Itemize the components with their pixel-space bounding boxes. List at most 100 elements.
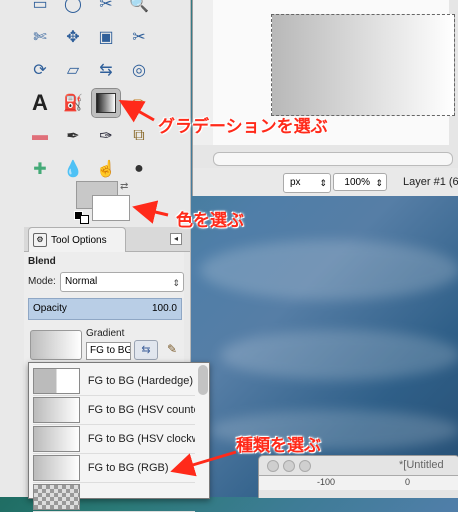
- ink-tool[interactable]: ✑: [92, 122, 120, 150]
- tool-name: Blend: [28, 256, 56, 267]
- rotate-tool[interactable]: ⟳: [26, 56, 54, 84]
- gradient-thumbnail: [33, 426, 80, 452]
- scissors-select-tool[interactable]: ✄: [26, 23, 54, 51]
- zoom-window-icon[interactable]: [299, 460, 311, 472]
- gradient-preview-button[interactable]: [30, 330, 82, 360]
- gradient-list-label: FG to BG (RGB): [87, 462, 169, 474]
- free-select-icon: ✂: [99, 0, 113, 13]
- image-window: px ⇕ 100% ⇕ Layer #1 (6: [192, 0, 458, 196]
- heal-tool[interactable]: ✚: [26, 155, 54, 183]
- ruler-mark: -100: [317, 477, 336, 487]
- cage-tool[interactable]: ◎: [125, 56, 153, 84]
- edit-gradient-icon[interactable]: ✎: [164, 340, 180, 358]
- opacity-label: Opacity: [33, 303, 67, 314]
- window-title: *[Untitled: [399, 459, 444, 471]
- free-select-tool[interactable]: ✂: [92, 0, 120, 18]
- mode-value: Normal: [65, 276, 98, 287]
- updown-arrow-icon: ⇕: [172, 278, 180, 288]
- tab-label: Tool Options: [51, 234, 107, 246]
- scissors-select-icon: ✄: [33, 29, 47, 46]
- crop-tool[interactable]: ✂: [125, 23, 153, 51]
- fg-bg-color-widget[interactable]: ⇄: [74, 181, 130, 224]
- flip-icon: ⇆: [99, 62, 113, 79]
- gradient-list-item[interactable]: FG to BG (HSV clockwise hue): [33, 425, 195, 454]
- unit-value: px: [290, 177, 301, 188]
- align-icon: ▣: [98, 29, 114, 46]
- zoom-value: 100%: [344, 177, 370, 188]
- wallpaper-wave: [220, 330, 458, 380]
- gradient-list-item[interactable]: FG to BG (RGB): [33, 454, 195, 483]
- clone-tool[interactable]: ⧉: [125, 122, 153, 150]
- smudge-icon: ☝: [96, 161, 116, 178]
- swap-colors-icon[interactable]: ⇄: [120, 181, 128, 192]
- gradient-thumbnail: [33, 455, 80, 481]
- gradient-thumbnail: [33, 484, 80, 510]
- gradient-label: Gradient: [86, 328, 125, 339]
- rect-select-icon: ▭: [32, 0, 48, 13]
- text-icon: A: [32, 90, 48, 115]
- text-tool[interactable]: A: [26, 89, 54, 117]
- pencil-tool[interactable]: ✏: [125, 89, 153, 117]
- rect-select-tool[interactable]: ▭: [26, 0, 54, 18]
- perspective-tool[interactable]: ▱: [59, 56, 87, 84]
- default-colors-icon: [80, 215, 89, 224]
- tool-options-icon: ⚙: [33, 233, 47, 247]
- annotation-type: 種類を選ぶ: [236, 436, 321, 455]
- scrollbar-thumb[interactable]: [198, 365, 208, 395]
- clone-icon: ⧉: [133, 127, 145, 144]
- unit-select[interactable]: px ⇕: [283, 173, 331, 193]
- eraser-tool[interactable]: ▬: [26, 122, 54, 150]
- gradient-thumbnail: [33, 368, 80, 394]
- ink-icon: ✑: [99, 128, 113, 145]
- blend-tool[interactable]: [91, 88, 121, 118]
- selection-gradient-area[interactable]: [271, 14, 455, 116]
- move-tool[interactable]: ✥: [59, 23, 87, 51]
- gradient-list-item[interactable]: FG to BG (HSV counter-clockwise): [33, 396, 195, 425]
- background-color-swatch[interactable]: [92, 195, 130, 221]
- dock-tabbar: ⚙ Tool Options ◂: [24, 227, 190, 252]
- ruler-mark: 0: [405, 477, 411, 487]
- flip-tool[interactable]: ⇆: [92, 56, 120, 84]
- gradient-list-item[interactable]: [33, 483, 195, 512]
- close-window-icon[interactable]: [267, 460, 279, 472]
- airbrush-tool[interactable]: ✒: [59, 122, 87, 150]
- gradient-thumbnail: [33, 397, 80, 423]
- reverse-gradient-button[interactable]: ⇆: [134, 340, 158, 360]
- gradient-list-label: FG to BG (HSV clockwise hue): [87, 433, 195, 445]
- mode-select[interactable]: Normal ⇕: [60, 272, 184, 292]
- heal-icon: ✚: [33, 161, 47, 178]
- layer-label: Layer #1 (6: [403, 176, 458, 188]
- blur-tool[interactable]: 💧: [59, 155, 87, 183]
- opacity-value: 100.0: [151, 303, 177, 314]
- perspective-icon: ▱: [66, 62, 80, 79]
- updown-arrow-icon: ⇕: [319, 178, 327, 188]
- airbrush-icon: ✒: [66, 128, 80, 145]
- mode-label: Mode:: [28, 276, 56, 287]
- smudge-tool[interactable]: ☝: [92, 155, 120, 183]
- gradient-name-field[interactable]: FG to BG (RGB): [86, 342, 131, 360]
- align-tool[interactable]: ▣: [92, 23, 120, 51]
- second-image-window: *[Untitled -100 0: [258, 455, 458, 498]
- rotate-icon: ⟳: [33, 62, 47, 79]
- status-bar: px ⇕ 100% ⇕ Layer #1 (6: [193, 168, 458, 196]
- opacity-slider[interactable]: Opacity 100.0: [28, 298, 182, 320]
- crop-icon: ✂: [132, 29, 146, 46]
- eraser-icon: ▬: [32, 127, 48, 144]
- horizontal-scrollbar[interactable]: [213, 152, 453, 166]
- updown-arrow-icon: ⇕: [375, 178, 383, 188]
- minimize-window-icon[interactable]: [283, 460, 295, 472]
- blur-icon: 💧: [63, 161, 83, 178]
- wallpaper-wave: [200, 240, 458, 300]
- gradient-list-item[interactable]: FG to BG (Hardedge): [33, 367, 195, 396]
- dodge-tool[interactable]: ●: [125, 155, 153, 183]
- dodge-icon: ●: [134, 160, 144, 177]
- tab-menu-icon[interactable]: ◂: [170, 233, 182, 245]
- zoom-tool[interactable]: 🔍: [125, 0, 153, 18]
- tab-tool-options[interactable]: ⚙ Tool Options: [28, 227, 126, 252]
- gradient-list-label: FG to BG (HSV counter-clockwise): [87, 404, 195, 416]
- zoom-select[interactable]: 100% ⇕: [333, 173, 387, 191]
- ellipse-select-tool[interactable]: ◯: [59, 0, 87, 18]
- bucket-fill-tool[interactable]: ⛽: [59, 89, 87, 117]
- bucket-fill-icon: ⛽: [63, 95, 83, 112]
- horizontal-ruler: -100 0: [259, 475, 458, 490]
